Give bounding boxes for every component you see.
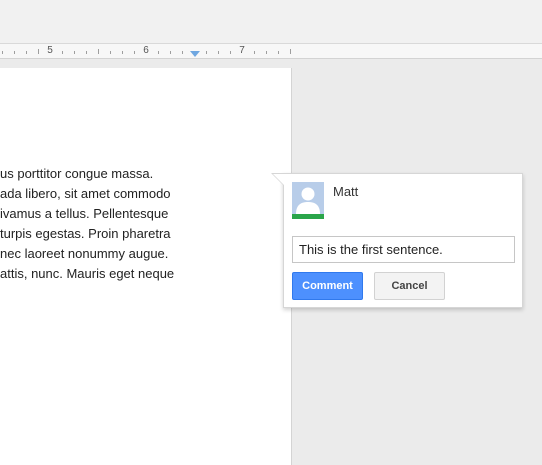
ruler-tick <box>218 51 219 54</box>
ruler-tick <box>266 51 267 54</box>
user-silhouette-icon <box>296 187 320 214</box>
comment-input[interactable] <box>292 236 515 263</box>
ruler-tick <box>134 51 135 54</box>
ruler-tick <box>98 49 99 54</box>
ruler-tick <box>26 51 27 54</box>
ruler-tick <box>110 51 111 54</box>
comment-button[interactable]: Comment <box>292 272 363 300</box>
document-page[interactable]: us porttitor congue massa. ada libero, s… <box>0 68 292 465</box>
ruler-tick <box>206 51 207 54</box>
document-text-line: us porttitor congue massa. <box>0 166 154 181</box>
ruler-tick <box>158 51 159 54</box>
comment-pointer-fill <box>273 174 284 185</box>
ruler-tick <box>182 51 183 54</box>
avatar-status-bar <box>292 214 324 219</box>
ruler-tick <box>2 51 3 54</box>
ruler-tick <box>290 49 291 54</box>
ruler-number: 5 <box>47 45 53 56</box>
ruler-number: 6 <box>143 45 149 56</box>
ruler-tick <box>86 51 87 54</box>
ruler-tick <box>230 51 231 54</box>
ruler-tick <box>14 51 15 54</box>
toolbar <box>0 0 542 44</box>
cancel-button[interactable]: Cancel <box>374 272 445 300</box>
document-text-line: nec laoreet nonummy augue. <box>0 246 169 261</box>
document-text-line: turpis egestas. Proin pharetra <box>0 226 171 241</box>
comment-author-name: Matt <box>333 184 359 199</box>
ruler-tick <box>62 51 63 54</box>
comment-box: Matt Comment Cancel <box>271 173 523 308</box>
ruler-tick <box>122 51 123 54</box>
ruler-tick <box>254 51 255 54</box>
ruler-tick <box>278 51 279 54</box>
document-text-line: attis, nunc. Mauris eget neque <box>0 266 175 281</box>
right-indent-marker[interactable] <box>190 51 200 57</box>
document-text-line: ada libero, sit amet commodo <box>0 186 171 201</box>
ruler-number: 7 <box>239 45 245 56</box>
ruler-tick <box>74 51 75 54</box>
avatar <box>292 182 324 219</box>
horizontal-ruler[interactable]: 5 6 7 <box>0 44 542 59</box>
ruler-tick <box>170 51 171 54</box>
document-text-line: ivamus a tellus. Pellentesque <box>0 206 169 221</box>
ruler-tick <box>38 49 39 54</box>
